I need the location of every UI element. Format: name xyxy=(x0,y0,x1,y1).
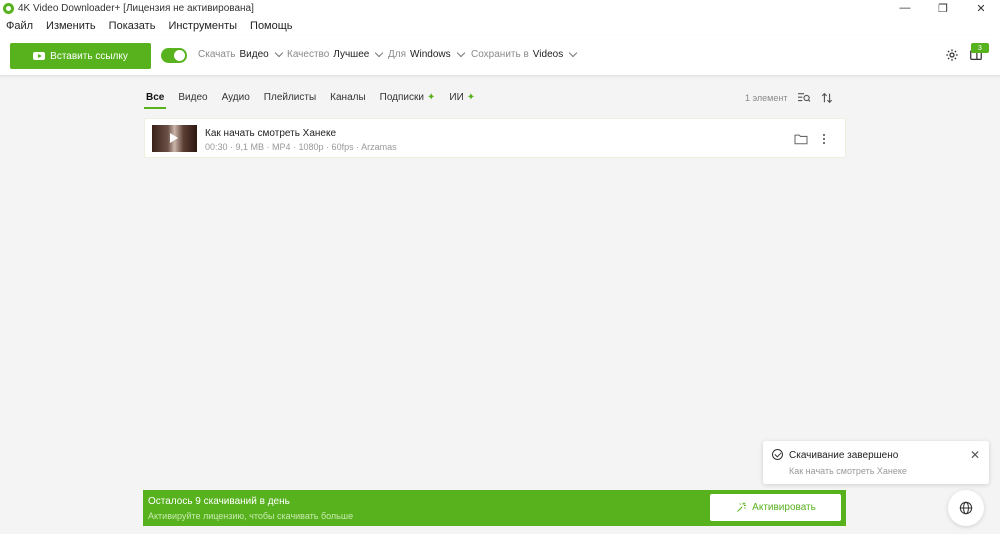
toast-subtitle: Как начать смотреть Ханеке xyxy=(789,466,907,476)
sparkle-icon: ✦ xyxy=(426,92,436,103)
close-window-button[interactable]: ✕ xyxy=(962,0,1000,16)
title-bar: 4K Video Downloader+ [Лицензия не активи… xyxy=(0,0,1000,16)
minimize-button[interactable]: — xyxy=(886,0,924,16)
download-type-label: Скачать xyxy=(198,49,236,60)
restore-button[interactable]: ❐ xyxy=(924,0,962,16)
item-meta: 00:30 · 9,1 MB · MP4 · 1080p · 60fps · A… xyxy=(205,142,397,152)
tab-ai[interactable]: ИИ ✦ xyxy=(449,92,475,110)
tab-all[interactable]: Все xyxy=(143,92,167,110)
quality-select[interactable]: Качество Лучшее xyxy=(287,48,384,60)
menu-tools[interactable]: Инструменты xyxy=(168,20,237,32)
tab-video-label: Видео xyxy=(178,92,208,103)
save-location-value: Videos xyxy=(532,49,564,60)
filter-tabs: Все Видео Аудио Плейлисты Каналы Подписк… xyxy=(143,92,489,112)
close-icon[interactable]: ✕ xyxy=(970,448,980,462)
app-logo-icon xyxy=(3,2,14,14)
chevron-down-icon xyxy=(274,48,283,57)
tab-playlists-label: Плейлисты xyxy=(263,92,317,103)
settings-gear-icon[interactable] xyxy=(943,46,961,64)
tab-all-label: Все xyxy=(146,92,165,103)
quality-label: Качество xyxy=(287,49,330,60)
tab-video[interactable]: Видео xyxy=(178,92,207,110)
toast-title: Скачивание завершено xyxy=(789,450,899,461)
menu-help[interactable]: Помощь xyxy=(250,20,293,32)
item-title: Как начать смотреть Ханеке xyxy=(205,128,337,139)
menu-file[interactable]: Файл xyxy=(6,20,33,32)
activate-label: Активировать xyxy=(752,502,816,513)
chevron-down-icon xyxy=(568,48,578,57)
menu-view[interactable]: Показать xyxy=(109,20,156,32)
save-location-select[interactable]: Сохранить в Videos xyxy=(471,48,578,60)
language-button[interactable] xyxy=(948,490,984,526)
toolbar: Вставить ссылку Скачать Видео Качество Л… xyxy=(0,35,1000,76)
download-type-select[interactable]: Скачать Видео xyxy=(198,48,283,60)
tab-subscriptions[interactable]: Подписки ✦ xyxy=(380,92,436,110)
folder-icon[interactable] xyxy=(793,131,809,147)
platform-label: Для xyxy=(388,49,407,60)
youtube-icon xyxy=(33,52,46,60)
paste-link-button[interactable]: Вставить ссылку xyxy=(10,43,151,69)
tab-channels-label: Каналы xyxy=(330,92,366,103)
sparkle-icon: ✦ xyxy=(466,92,476,103)
activate-hint-text: Активируйте лицензию, чтобы скачивать бо… xyxy=(148,511,354,521)
tab-ai-label: ИИ xyxy=(449,92,464,103)
platform-select[interactable]: Для Windows xyxy=(388,48,465,60)
tab-audio[interactable]: Аудио xyxy=(222,92,250,110)
window-title: 4K Video Downloader+ [Лицензия не активи… xyxy=(18,2,254,14)
menu-bar: Файл Изменить Показать Инструменты Помощ… xyxy=(0,16,1000,35)
tab-playlists[interactable]: Плейлисты xyxy=(264,92,316,110)
sort-icon[interactable] xyxy=(819,90,835,106)
platform-value: Windows xyxy=(410,49,451,60)
globe-icon xyxy=(959,501,973,515)
chevron-down-icon xyxy=(375,48,384,57)
search-list-icon[interactable] xyxy=(796,90,812,106)
download-complete-toast: Скачивание завершено Как начать смотреть… xyxy=(763,441,989,484)
more-options-icon[interactable] xyxy=(816,131,832,147)
chevron-down-icon xyxy=(456,48,465,57)
queue-count-badge: 3 xyxy=(971,43,989,53)
tab-channels[interactable]: Каналы xyxy=(330,92,366,110)
menu-edit[interactable]: Изменить xyxy=(46,20,96,32)
check-circle-icon xyxy=(772,449,783,460)
activate-icon xyxy=(737,502,747,512)
window-controls: — ❐ ✕ xyxy=(886,0,1000,16)
download-item-row[interactable]: Как начать смотреть Ханеке 00:30 · 9,1 M… xyxy=(144,118,846,158)
smart-mode-toggle[interactable] xyxy=(161,48,187,63)
activate-button[interactable]: Активировать xyxy=(710,494,841,521)
paste-link-label: Вставить ссылку xyxy=(50,50,128,62)
license-banner: Осталось 9 скачиваний в день Активируйте… xyxy=(143,490,846,526)
item-count: 1 элемент xyxy=(745,93,788,103)
tab-subscriptions-label: Подписки xyxy=(379,92,424,103)
play-icon xyxy=(170,133,178,143)
tab-audio-label: Аудио xyxy=(221,92,250,103)
save-location-label: Сохранить в xyxy=(471,49,529,60)
download-type-value: Видео xyxy=(239,49,269,60)
quality-value: Лучшее xyxy=(333,49,370,60)
video-thumbnail[interactable] xyxy=(152,125,197,152)
downloads-left-text: Осталось 9 скачиваний в день xyxy=(148,496,290,507)
